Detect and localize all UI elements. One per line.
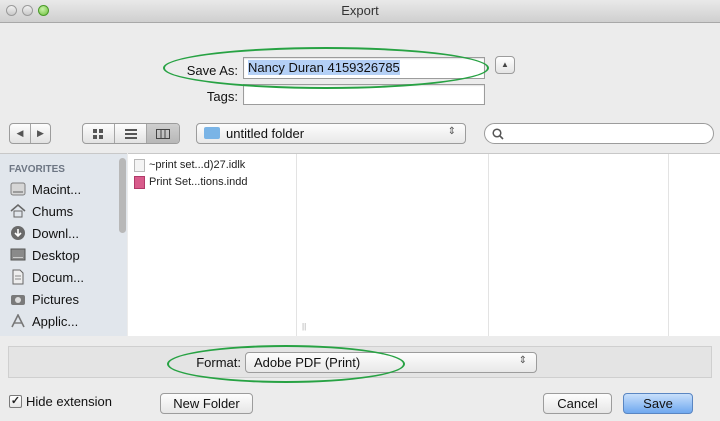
file-name: ~print set...d)27.idlk [149, 159, 246, 171]
column-divider[interactable] [296, 154, 297, 336]
sidebar-item-label: Downl... [32, 225, 79, 241]
sidebar-item-label: Desktop [32, 247, 80, 263]
sidebar-item-label: Docum... [32, 269, 85, 285]
sidebar-scrollbar[interactable] [119, 158, 126, 233]
icon-view-icon[interactable] [83, 124, 115, 143]
sidebar-item-macintosh[interactable]: Macint... [10, 178, 81, 200]
window-title: Export [341, 3, 379, 18]
updown-arrows-icon: ⇕ [518, 355, 527, 366]
sidebar-item-applications[interactable]: Applic... [10, 310, 78, 332]
downloads-icon [10, 225, 26, 241]
tags-label: Tags: [206, 89, 238, 104]
save-header: Save As: Nancy Duran 4159326785 Tags: [0, 23, 720, 108]
sidebar-item-label: Macint... [32, 181, 82, 197]
hide-extension-label: Hide extension [26, 394, 112, 409]
pictures-icon [10, 291, 26, 307]
sidebar-item-label: Pictures [32, 291, 79, 307]
expand-dialog-button[interactable]: ▲ [495, 56, 515, 74]
column-resize-handle[interactable]: || [302, 322, 306, 331]
applications-icon [10, 313, 26, 329]
format-popup[interactable]: Adobe PDF (Print) ⇕ [245, 352, 537, 373]
forward-icon[interactable]: ▶ [31, 124, 50, 143]
file-browser-columns: ~print set...d)27.idlk Print Set...tions… [128, 153, 720, 336]
format-value: Adobe PDF (Print) [254, 355, 361, 370]
sidebar: FAVORITES Macint... Chums Downl... Deskt… [0, 153, 127, 336]
file-item-indd[interactable]: Print Set...tions.indd [134, 175, 247, 189]
sidebar-item-label: Applic... [32, 313, 79, 329]
search-field[interactable] [484, 123, 714, 144]
documents-icon [10, 269, 26, 285]
updown-arrows-icon: ⇕ [447, 126, 456, 137]
desktop-icon [10, 247, 26, 263]
column-view-icon[interactable] [147, 124, 179, 143]
title-bar: Export [0, 0, 720, 23]
sidebar-heading: FAVORITES [9, 164, 65, 175]
indesign-file-icon [134, 175, 145, 189]
save-as-label: Save As: [186, 63, 238, 78]
export-dialog: Export Save As: Nancy Duran 4159326785 T… [0, 0, 720, 421]
search-icon [492, 128, 504, 140]
new-folder-button[interactable]: New Folder [160, 393, 253, 414]
sidebar-item-label: Chums [32, 203, 74, 219]
sidebar-item-desktop[interactable]: Desktop [10, 244, 80, 266]
chevron-up-icon: ▲ [501, 60, 509, 69]
cancel-button[interactable]: Cancel [543, 393, 612, 414]
file-name: Print Set...tions.indd [149, 176, 248, 188]
view-mode-control [82, 123, 180, 144]
column-divider[interactable] [488, 154, 489, 336]
format-label: Format: [196, 355, 241, 370]
format-options-panel: Format: Adobe PDF (Print) ⇕ [8, 346, 712, 378]
home-icon [10, 203, 26, 219]
back-icon[interactable]: ◀ [10, 124, 31, 143]
sidebar-item-downloads[interactable]: Downl... [10, 222, 79, 244]
folder-icon [204, 127, 220, 139]
tags-input[interactable] [243, 84, 485, 105]
document-icon [134, 158, 145, 172]
sidebar-item-pictures[interactable]: Pictures [10, 288, 79, 310]
hard-drive-icon [10, 181, 26, 197]
location-label: untitled folder [226, 126, 305, 141]
sidebar-item-documents[interactable]: Docum... [10, 266, 84, 288]
save-button[interactable]: Save [623, 393, 693, 414]
sidebar-item-chums[interactable]: Chums [10, 200, 73, 222]
nav-buttons: ◀ ▶ [9, 123, 51, 144]
save-as-value: Nancy Duran 4159326785 [248, 60, 400, 75]
location-popup[interactable]: untitled folder ⇕ [196, 123, 466, 144]
file-item-idlk[interactable]: ~print set...d)27.idlk [134, 158, 245, 172]
hide-extension-checkbox[interactable]: ✓ [9, 395, 22, 408]
list-view-icon[interactable] [115, 124, 148, 143]
column-divider[interactable] [668, 154, 669, 336]
save-as-input[interactable]: Nancy Duran 4159326785 [243, 57, 485, 79]
